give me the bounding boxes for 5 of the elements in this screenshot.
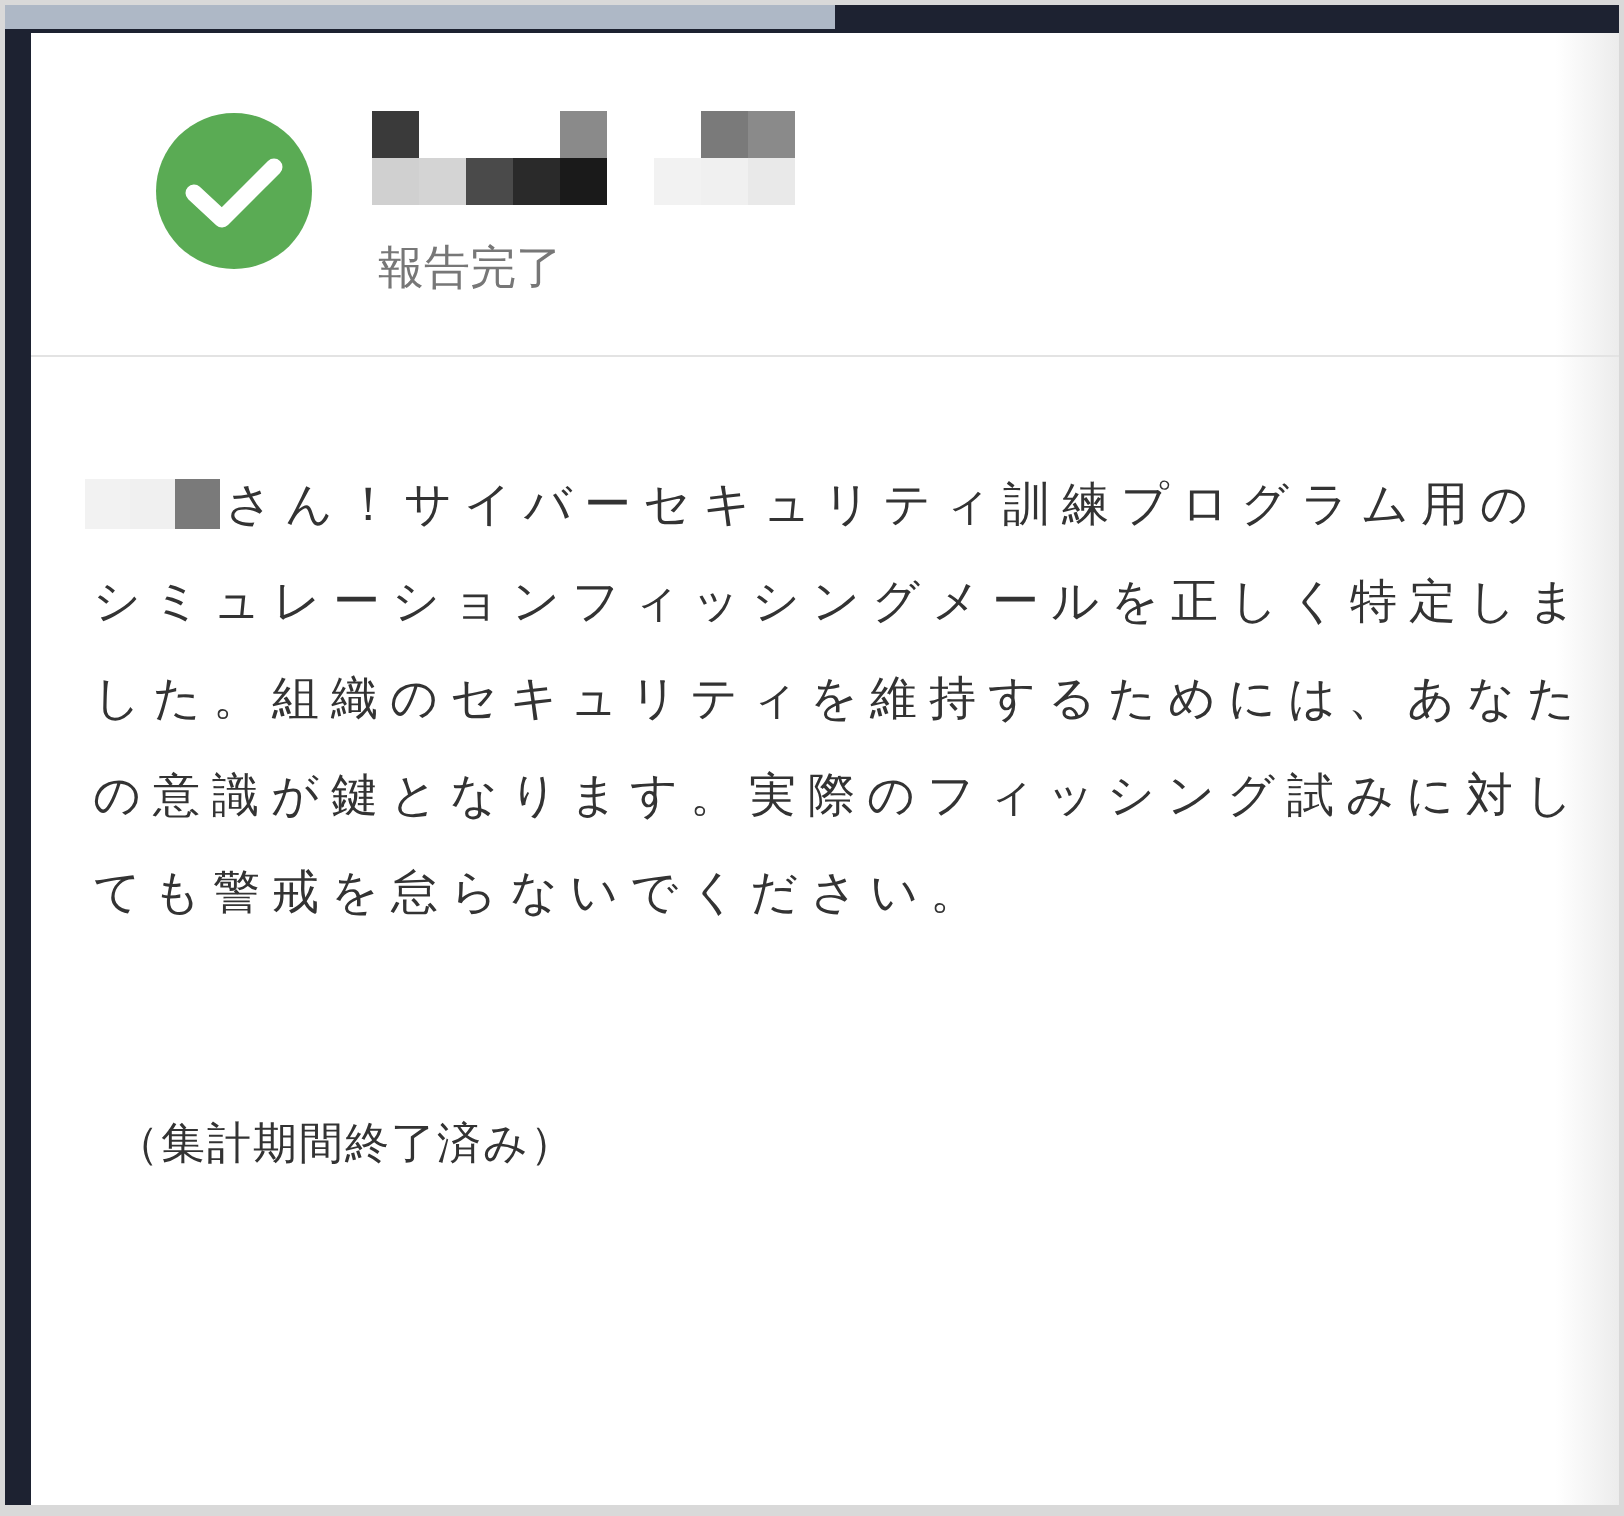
check-circle-icon — [154, 111, 314, 271]
message-text: シミュレーションフィッシングメールを正しく特定しました。組織のセキュリティを維持するためには、あなたの意識が鍵となります。実際のフィッシング試みに対しても警戒を怠らないでください。 — [93, 572, 1589, 921]
greeting-text: さん！サイバーセキュリティ訓練プログラム用の — [225, 475, 1540, 533]
note-text: （集計期間終了済み） — [115, 1116, 577, 1170]
status-label: 報告完了 — [378, 239, 563, 296]
